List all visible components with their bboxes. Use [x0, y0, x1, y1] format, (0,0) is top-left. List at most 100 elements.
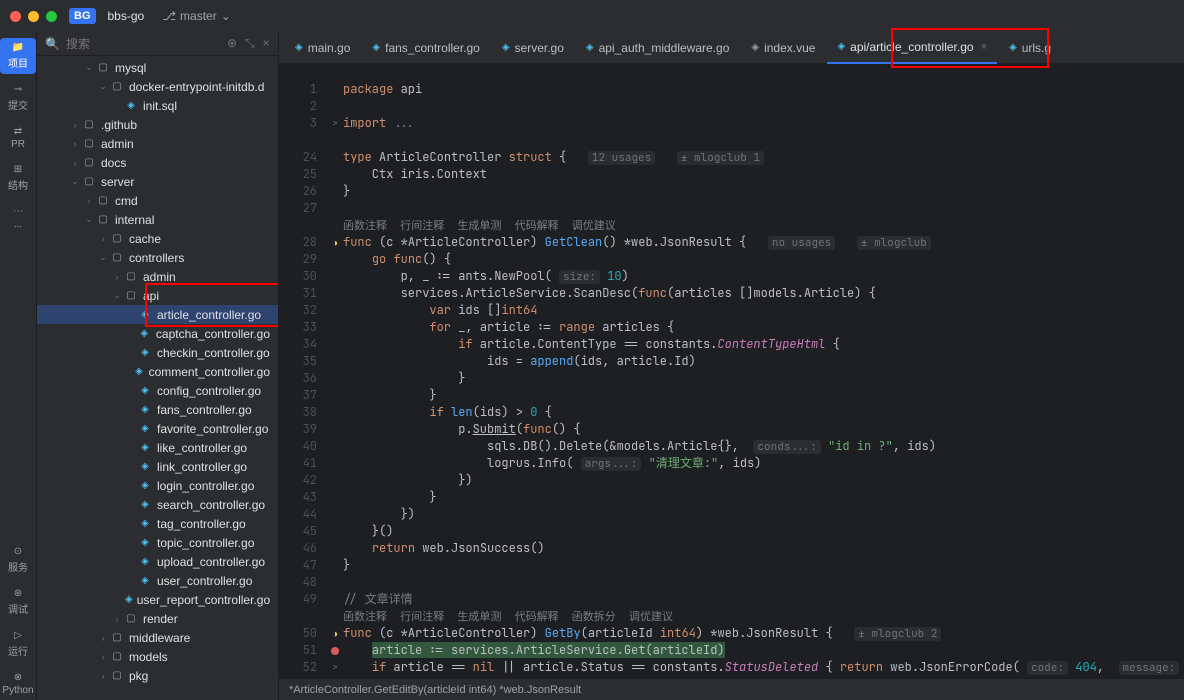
close-icon[interactable]: ×	[981, 41, 987, 53]
search-input[interactable]	[66, 37, 221, 51]
tree-item[interactable]: ◈ search_controller.go	[37, 495, 278, 514]
tree-item[interactable]: ›▢admin	[37, 267, 278, 286]
tree-item[interactable]: ◈tag_controller.go	[37, 514, 278, 533]
tree-item[interactable]: ›▢cache	[37, 229, 278, 248]
tree-item[interactable]: ◈captcha_controller.go	[37, 324, 278, 343]
dir-icon: ▢	[95, 212, 111, 228]
tree-item[interactable]: ›▢ cmd	[37, 191, 278, 210]
go-icon: ◈	[1009, 42, 1017, 53]
toolbar-more-icon[interactable]: ⋯...	[0, 202, 36, 234]
tree-item[interactable]: ◈ article_controller.go	[37, 305, 278, 324]
tree-item[interactable]: ›▢admin	[37, 134, 278, 153]
chevron-icon: ⌄	[97, 81, 109, 92]
chevron-icon: ›	[83, 196, 95, 206]
tree-item[interactable]: ›▢pkg	[37, 666, 278, 685]
editor-tab[interactable]: ◈api_auth_middleware.go	[576, 32, 739, 64]
tree-item[interactable]: ◈user_report_controller.go	[37, 590, 278, 609]
vcs-branch[interactable]: ⎇ master ⌄	[162, 9, 231, 23]
project-badge[interactable]: BG	[69, 8, 96, 24]
go-icon: ◈	[137, 497, 153, 513]
tree-item[interactable]: ◈login_controller.go	[37, 476, 278, 495]
minimize-window[interactable]	[28, 11, 39, 22]
maximize-window[interactable]	[46, 11, 57, 22]
go-icon: ◈	[372, 42, 380, 53]
toolbar-pr-icon[interactable]: ⇄PR	[0, 122, 36, 154]
tree-label: like_controller.go	[157, 441, 247, 455]
close-window[interactable]	[10, 11, 21, 22]
pr-icon: ⇄	[14, 126, 22, 137]
tree-item[interactable]: ◈init.sql	[37, 96, 278, 115]
tree-label: fans_controller.go	[157, 403, 252, 417]
dir-icon: ▢	[109, 630, 125, 646]
tree-item[interactable]: ◈checkin_controller.go	[37, 343, 278, 362]
close-icon[interactable]: ×	[263, 36, 270, 51]
go-icon: ◈	[137, 573, 153, 589]
dir-icon: ▢	[95, 60, 111, 76]
tree-label: cmd	[115, 194, 138, 208]
titlebar: BG bbs-go ⎇ master ⌄	[0, 0, 1184, 32]
window-controls	[10, 11, 57, 22]
collapse-icon[interactable]: ⤡	[245, 36, 255, 51]
tree-item[interactable]: ›▢middleware	[37, 628, 278, 647]
editor-tab[interactable]: ◈index.vue	[741, 32, 825, 64]
tree-item[interactable]: ◈topic_controller.go	[37, 533, 278, 552]
service-icon: ⊙	[14, 546, 22, 557]
tree-item[interactable]: ◈config_controller.go	[37, 381, 278, 400]
editor-tab[interactable]: ◈main.go	[285, 32, 360, 64]
toolbar-commit-icon[interactable]: ⊸提交	[0, 80, 36, 116]
toolbar-structure-icon[interactable]: ⊞结构	[0, 160, 36, 196]
commit-icon: ⊸	[14, 84, 22, 95]
editor-tab[interactable]: ◈api/article_controller.go×	[827, 32, 997, 64]
tree-label: search_controller.go	[157, 498, 265, 512]
toolbar-service-icon[interactable]: ⊙服务	[0, 542, 36, 578]
tree-item[interactable]: ◈ like_controller.go	[37, 438, 278, 457]
tree-label: docker-entrypoint-initdb.d	[129, 80, 264, 94]
tree-item[interactable]: ›▢docs	[37, 153, 278, 172]
project-name[interactable]: bbs-go	[108, 9, 145, 23]
code-content[interactable]: package api import ... type ArticleContr…	[343, 81, 1184, 678]
code-editor[interactable]: 1232425262728293031323334353637383940414…	[279, 81, 1184, 678]
tree-item[interactable]: ◈user_controller.go	[37, 571, 278, 590]
tree-item[interactable]: ◈link_controller.go	[37, 457, 278, 476]
toolbar-python-icon[interactable]: ⊗Python	[0, 668, 36, 700]
tree-item[interactable]: ⌄▢api	[37, 286, 278, 305]
chevron-icon: ⌄	[97, 252, 109, 263]
dir-icon: ▢	[109, 668, 125, 684]
tree-item[interactable]: ⌄▢ docker-entrypoint-initdb.d	[37, 77, 278, 96]
tree-item[interactable]: ⌄▢server	[37, 172, 278, 191]
tree-item[interactable]: ◈favorite_controller.go	[37, 419, 278, 438]
dir-icon: ▢	[109, 79, 125, 95]
search-icon: 🔍	[45, 37, 60, 51]
tab-label: index.vue	[764, 41, 815, 55]
tree-label: article_controller.go	[157, 308, 261, 322]
tree-item[interactable]: ⌄▢internal	[37, 210, 278, 229]
chevron-icon: ›	[69, 120, 81, 130]
chevron-icon: ›	[97, 652, 109, 662]
branch-icon: ⎇	[162, 9, 176, 23]
debug-icon: ⊛	[14, 588, 22, 599]
tree-label: link_controller.go	[157, 460, 247, 474]
target-icon[interactable]: ⊕	[227, 36, 237, 51]
tree-item[interactable]: ◈fans_controller.go	[37, 400, 278, 419]
tree-item[interactable]: ◈upload_controller.go	[37, 552, 278, 571]
tree-item[interactable]: ◈comment_controller.go	[37, 362, 278, 381]
sql-icon: ◈	[123, 98, 139, 114]
tree-item[interactable]: ›▢.github	[37, 115, 278, 134]
dir-icon: ▢	[95, 193, 111, 209]
editor-tab[interactable]: ◈fans_controller.go	[362, 32, 489, 64]
go-icon: ◈	[137, 326, 152, 342]
tree-label: checkin_controller.go	[157, 346, 270, 360]
editor-tab[interactable]: ◈server.go	[492, 32, 574, 64]
editor-tab[interactable]: ◈urls.g	[999, 32, 1061, 64]
tree-item[interactable]: ›▢render	[37, 609, 278, 628]
tree-item[interactable]: ⌄▢controllers	[37, 248, 278, 267]
go-icon: ◈	[137, 307, 153, 323]
tree-label: server	[101, 175, 134, 189]
toolbar-folder-icon[interactable]: 📁项目	[0, 38, 36, 74]
go-icon: ◈	[137, 440, 153, 456]
toolbar-run-icon[interactable]: ▷运行	[0, 626, 36, 662]
go-icon: ◈	[837, 41, 845, 52]
toolbar-debug-icon[interactable]: ⊛调试	[0, 584, 36, 620]
tree-item[interactable]: ›▢models	[37, 647, 278, 666]
tree-item[interactable]: ⌄▢mysql	[37, 58, 278, 77]
